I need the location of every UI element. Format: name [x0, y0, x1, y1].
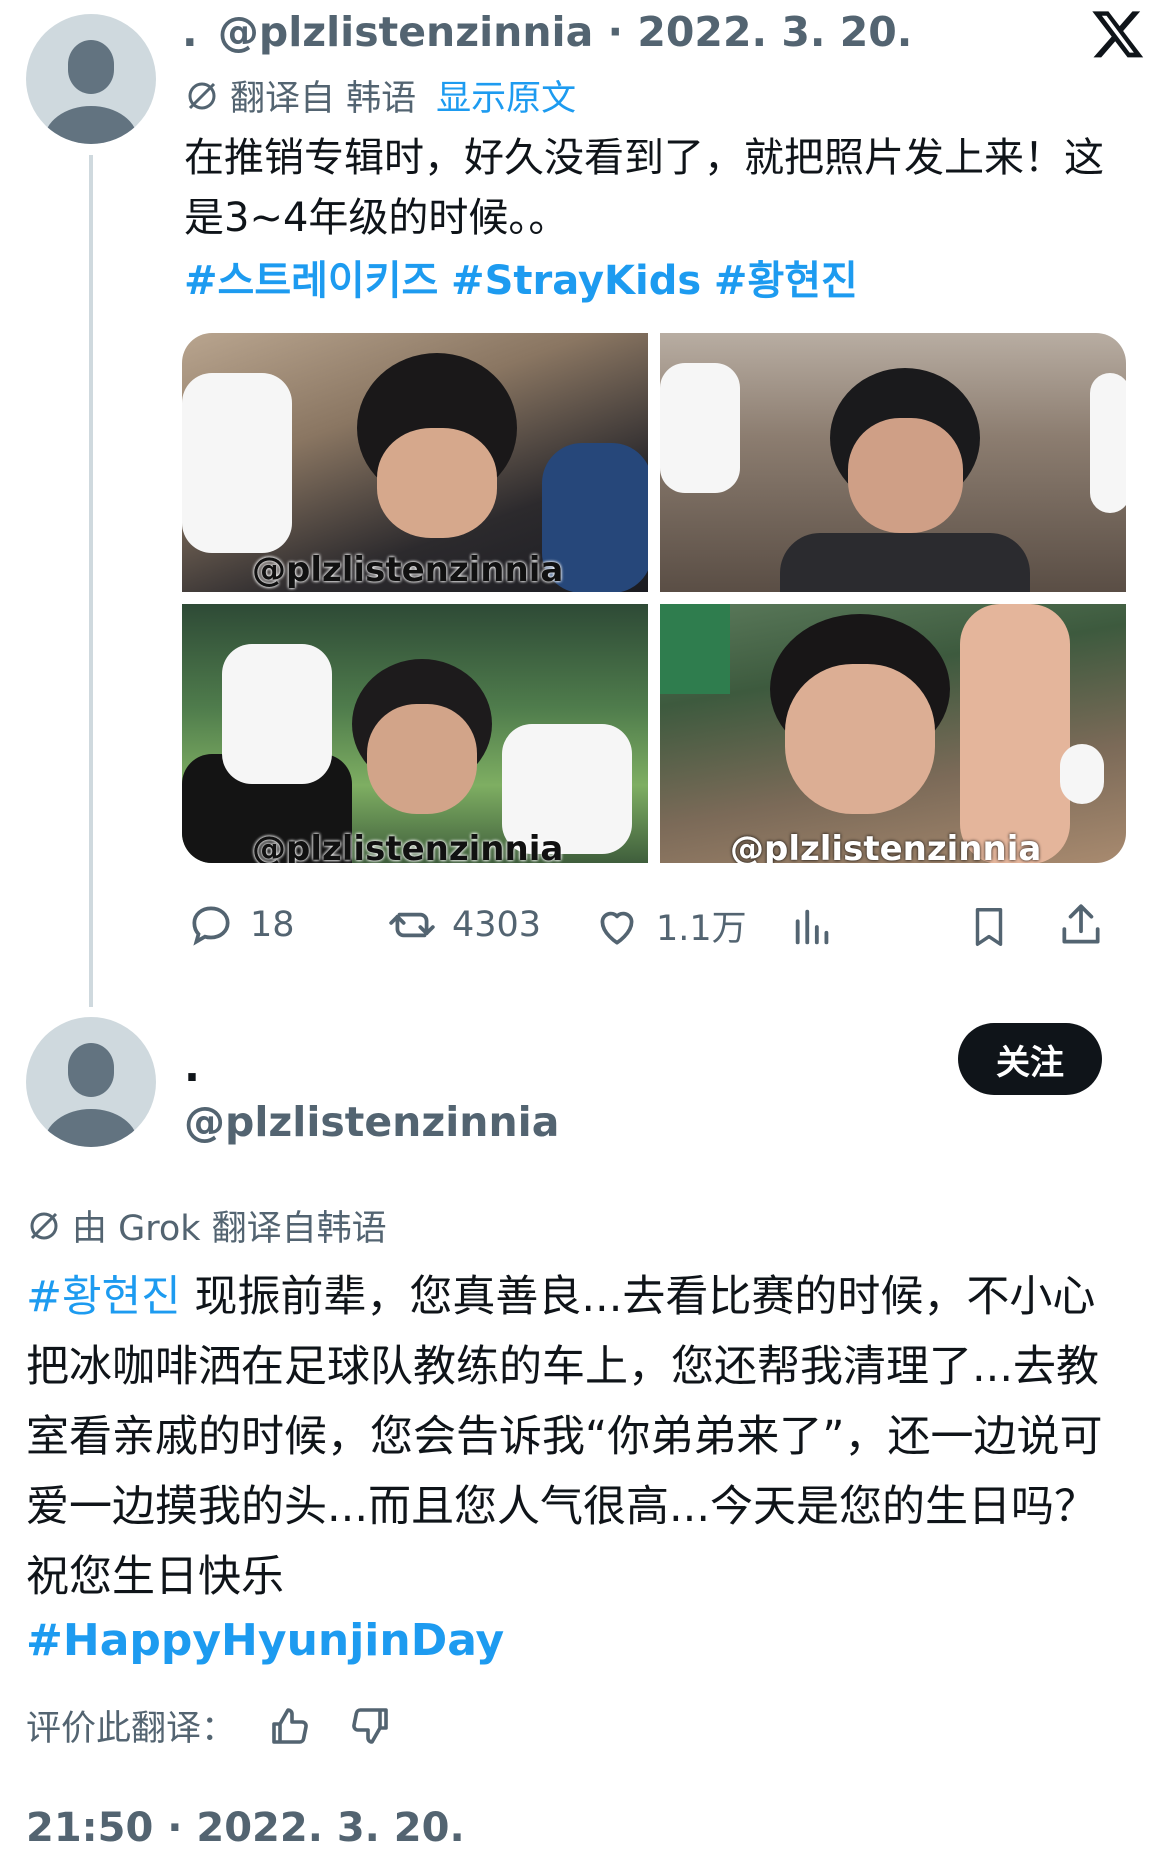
hashtag-link[interactable]: #StrayKids [451, 258, 701, 304]
bookmark-icon [975, 908, 1003, 946]
retweet-icon [389, 912, 435, 938]
translate-icon [30, 1212, 58, 1239]
show-original-link[interactable]: 显示原文 [436, 70, 576, 121]
share-icon [1062, 904, 1100, 944]
watermark: @plzlistenzinnia [252, 550, 564, 590]
hashtag-link[interactable]: #HappyHyunjinDay [26, 1615, 504, 1666]
views-button[interactable] [790, 904, 836, 954]
translation-line: 翻译自 韩语 显示原文 [184, 70, 576, 121]
views-icon [795, 909, 829, 945]
follow-button[interactable]: 关注 [958, 1023, 1102, 1095]
tweet-text: #황현진 现振前辈，您真善良...去看比赛的时候，不小心把冰咖啡洒在足球队教练的… [26, 1262, 1126, 1612]
action-bar: 18 4303 1.1万 [186, 900, 1136, 960]
tweet-hashtags: #스트레이키즈 #StrayKids #황현진 [184, 248, 858, 306]
display-name[interactable]: . [182, 8, 198, 56]
x-logo-icon[interactable] [1090, 6, 1146, 62]
translated-by-label: 由 Grok 翻译自韩语 [72, 1209, 387, 1249]
handle[interactable]: @plzlistenzinnia [184, 1098, 559, 1146]
retweet-button[interactable]: 4303 [386, 900, 541, 950]
avatar-head-icon [68, 1043, 114, 1097]
avatar-body-icon [44, 1109, 138, 1147]
bookmark-button[interactable] [966, 902, 1012, 956]
photo-grid: @plzlistenzinnia @plzlistenzinnia @plzli… [182, 333, 1126, 863]
avatar[interactable] [26, 1017, 156, 1147]
avatar-head-icon [68, 40, 114, 94]
photo[interactable]: @plzlistenzinnia [660, 604, 1126, 863]
photo[interactable] [660, 333, 1126, 592]
hashtag-link[interactable]: #황현진 [714, 258, 858, 304]
handle-and-date[interactable]: @plzlistenzinnia · 2022. 3. 20. [218, 8, 912, 56]
retweet-count: 4303 [452, 905, 542, 945]
translate-icon [188, 82, 216, 109]
share-button[interactable] [1056, 900, 1106, 954]
thumbs-up-icon[interactable] [266, 1702, 314, 1750]
rate-translation: 评价此翻译： [26, 1700, 394, 1751]
avatar-body-icon [44, 106, 138, 144]
like-count: 1.1万 [656, 909, 747, 949]
watermark: @plzlistenzinnia [252, 829, 564, 863]
reply-count: 18 [250, 905, 295, 945]
thread-line [89, 155, 93, 1007]
like-button[interactable]: 1.1万 [592, 900, 747, 951]
rate-label: 评价此翻译： [26, 1709, 237, 1749]
avatar[interactable] [26, 14, 156, 144]
translated-from-label: 翻译自 韩语 [230, 79, 417, 119]
timestamp[interactable]: 21:50 · 2022. 3. 20. [26, 1805, 465, 1851]
tweet-body: 现振前辈，您真善良...去看比赛的时候，不小心把冰咖啡洒在足球队教练的车上，您还… [26, 1272, 1103, 1602]
reply-button[interactable]: 18 [186, 900, 295, 950]
photo[interactable]: @plzlistenzinnia [182, 604, 648, 863]
tweet-text: 在推销专辑时，好久没看到了，就把照片发上来！这是3~4年级的时候。。 [184, 135, 1104, 241]
hashtag-link[interactable]: #황현진 [26, 1272, 181, 1322]
hashtag-link[interactable]: #스트레이키즈 [184, 258, 438, 304]
display-name[interactable]: . [184, 1042, 200, 1091]
translation-line: 由 Grok 翻译自韩语 [26, 1200, 387, 1251]
photo[interactable]: @plzlistenzinnia [182, 333, 648, 592]
thumbs-down-icon[interactable] [346, 1702, 394, 1750]
watermark: @plzlistenzinnia [730, 829, 1042, 863]
like-icon [600, 911, 634, 945]
reply-icon [192, 906, 230, 946]
tweet-header: . @plzlistenzinnia · 2022. 3. 20. [182, 8, 912, 56]
